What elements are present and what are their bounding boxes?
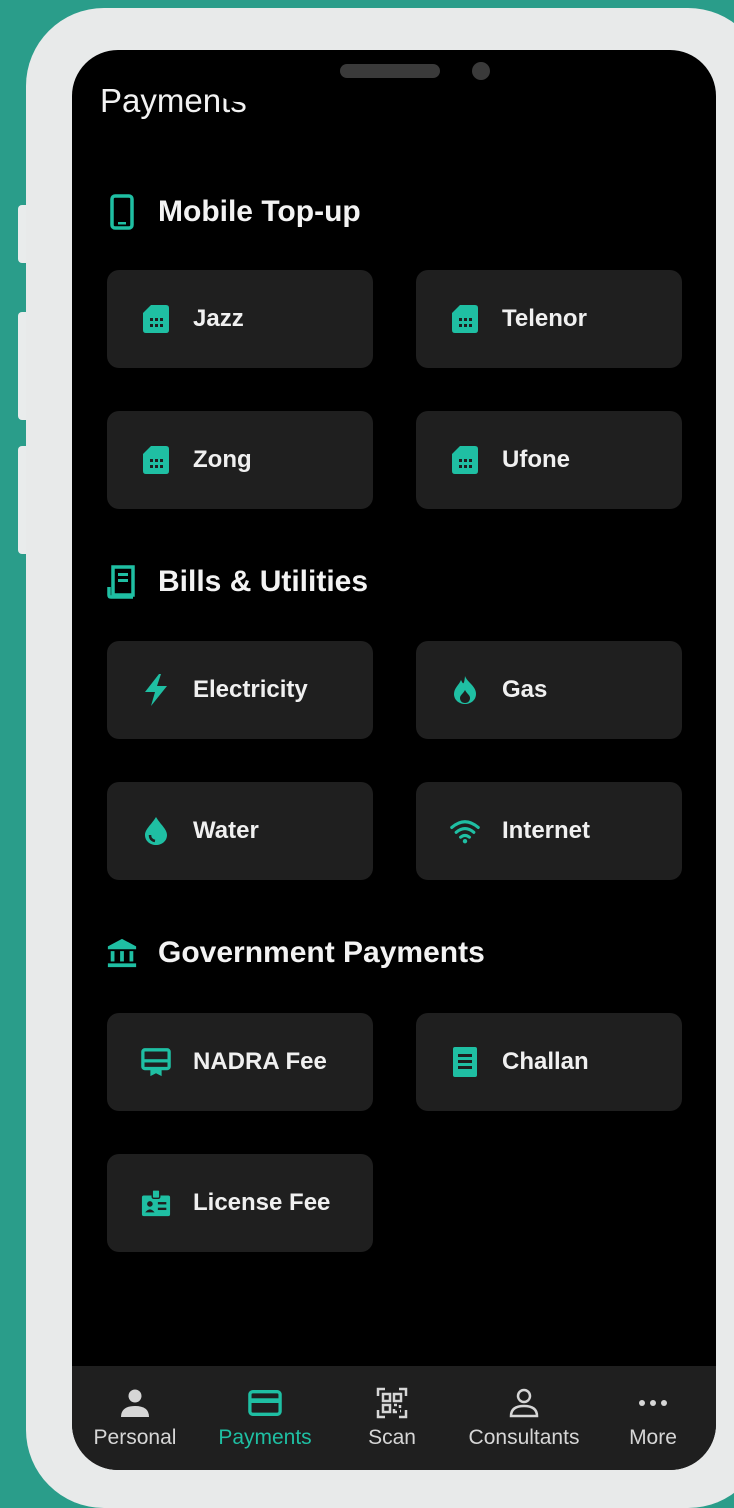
nav-consultants[interactable]: Consultants — [459, 1366, 589, 1470]
tile-label: License Fee — [193, 1189, 331, 1216]
tile-telenor[interactable]: Telenor — [416, 270, 682, 368]
card-membership-icon — [141, 1047, 171, 1077]
tile-label: Electricity — [193, 676, 308, 703]
tile-label: NADRA Fee — [193, 1048, 327, 1075]
nav-more[interactable]: More — [588, 1366, 716, 1470]
tile-label: Gas — [502, 676, 548, 703]
wifi-icon — [450, 816, 480, 846]
person-icon — [118, 1386, 152, 1420]
nav-payments[interactable]: Payments — [200, 1366, 330, 1470]
water-drop-icon — [141, 816, 171, 846]
nav-label: More — [629, 1426, 677, 1449]
flame-icon — [450, 675, 480, 705]
tile-label: Water — [193, 817, 259, 844]
tile-label: Telenor — [502, 305, 587, 332]
section-mobile-topup: Mobile Top-up — [106, 192, 361, 232]
tile-nadra-fee[interactable]: NADRA Fee — [107, 1013, 373, 1111]
nav-label: Payments — [218, 1426, 312, 1449]
section-title: Government Payments — [158, 936, 485, 969]
nav-scan[interactable]: Scan — [327, 1366, 457, 1470]
tile-zong[interactable]: Zong — [107, 411, 373, 509]
sim-card-icon — [450, 445, 480, 475]
bank-icon — [106, 935, 138, 971]
smartphone-icon — [106, 194, 138, 230]
speaker-grille — [340, 64, 440, 78]
tile-gas[interactable]: Gas — [416, 641, 682, 739]
phone-screen: Payments Mobile Top-up Jazz Telenor Zong… — [72, 50, 716, 1470]
bolt-icon — [141, 674, 171, 706]
tile-label: Ufone — [502, 446, 570, 473]
credit-card-icon — [248, 1386, 282, 1420]
tile-internet[interactable]: Internet — [416, 782, 682, 880]
nav-label: Personal — [93, 1426, 177, 1449]
front-camera — [472, 62, 490, 80]
qr-code-icon — [375, 1386, 409, 1420]
tile-ufone[interactable]: Ufone — [416, 411, 682, 509]
sim-card-icon — [141, 304, 171, 334]
tile-label: Jazz — [193, 305, 244, 332]
receipt-icon — [106, 564, 138, 600]
person-outline-icon — [507, 1386, 541, 1420]
sim-card-icon — [141, 445, 171, 475]
more-horizontal-icon — [636, 1386, 670, 1420]
nav-personal[interactable]: Personal — [72, 1366, 200, 1470]
nav-label: Consultants — [468, 1426, 580, 1449]
section-government-payments: Government Payments — [106, 933, 485, 973]
section-title: Mobile Top-up — [158, 195, 361, 228]
tile-label: Challan — [502, 1048, 589, 1075]
tile-water[interactable]: Water — [107, 782, 373, 880]
section-title: Bills & Utilities — [158, 565, 369, 598]
phone-notch — [210, 50, 578, 102]
tile-label: Zong — [193, 446, 252, 473]
document-list-icon — [450, 1047, 480, 1077]
section-bills-utilities: Bills & Utilities — [106, 562, 368, 602]
tile-challan[interactable]: Challan — [416, 1013, 682, 1111]
tile-electricity[interactable]: Electricity — [107, 641, 373, 739]
id-badge-icon — [141, 1188, 171, 1218]
sim-card-icon — [450, 304, 480, 334]
tile-label: Internet — [502, 817, 591, 844]
tile-license-fee[interactable]: License Fee — [107, 1154, 373, 1252]
nav-label: Scan — [368, 1426, 416, 1449]
bottom-nav: Personal Payments Scan Consultants More — [72, 1366, 716, 1470]
tile-jazz[interactable]: Jazz — [107, 270, 373, 368]
